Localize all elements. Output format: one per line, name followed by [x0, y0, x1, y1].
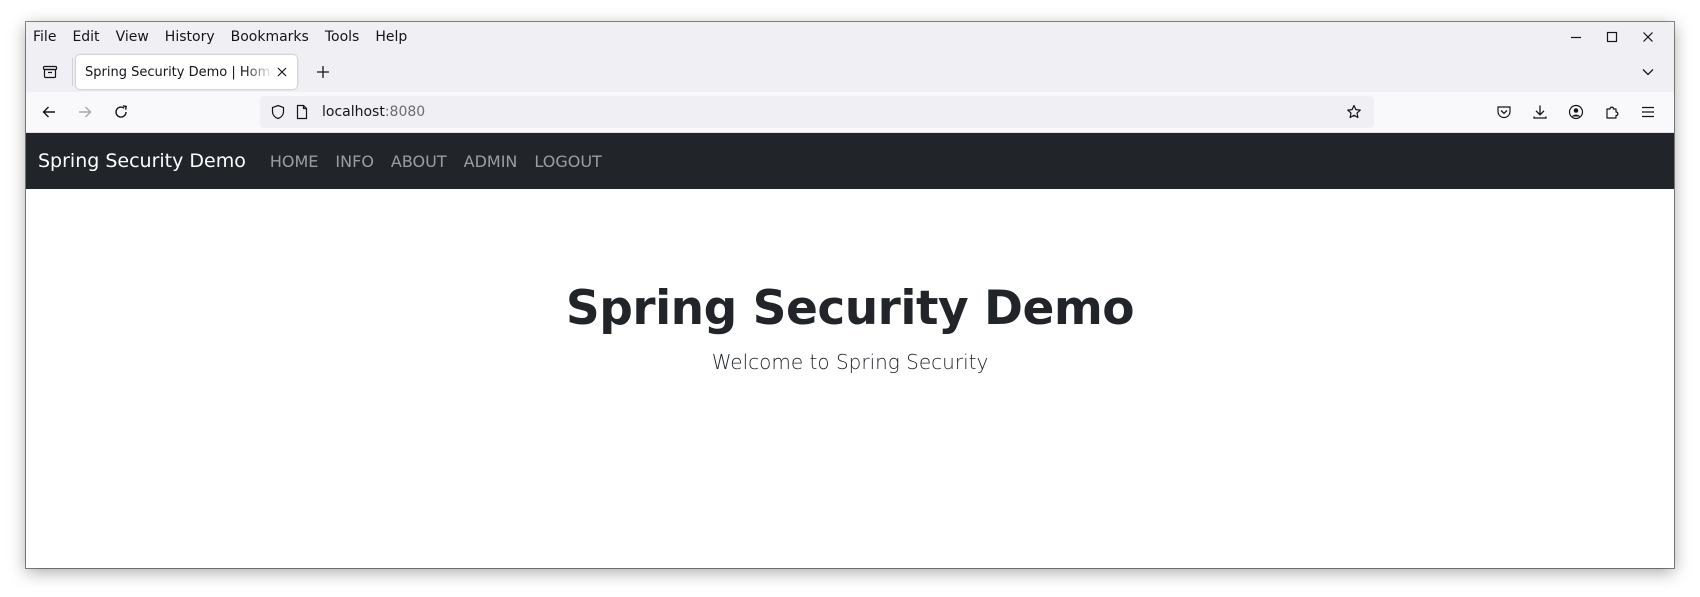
page-content: Spring Security Demo HOME INFO ABOUT ADM…	[26, 133, 1674, 568]
menu-bar: File Edit View History Bookmarks Tools H…	[26, 22, 1674, 52]
back-button[interactable]	[32, 96, 66, 128]
forward-button[interactable]	[68, 96, 102, 128]
close-icon	[1643, 32, 1653, 42]
menu-file[interactable]: File	[32, 29, 57, 45]
tab-separator	[72, 58, 73, 86]
plus-icon	[317, 66, 329, 78]
app-menu-button[interactable]	[1630, 96, 1666, 128]
nav-link-admin[interactable]: ADMIN	[464, 152, 518, 171]
reload-button[interactable]	[104, 96, 138, 128]
hero-title: Spring Security Demo	[565, 281, 1135, 336]
toolbar-right	[1486, 96, 1666, 128]
tab-title: Spring Security Demo | Home	[85, 64, 273, 80]
firefox-view-icon	[42, 65, 58, 79]
browser-window: File Edit View History Bookmarks Tools H…	[26, 22, 1674, 568]
star-icon	[1347, 104, 1361, 119]
puzzle-icon	[1606, 106, 1619, 119]
list-all-tabs-button[interactable]	[1632, 56, 1664, 88]
firefox-view-button[interactable]	[30, 52, 70, 92]
chevron-down-icon	[1642, 69, 1654, 76]
menu-tools[interactable]: Tools	[324, 29, 361, 45]
menu-bookmarks[interactable]: Bookmarks	[230, 29, 310, 45]
tab-active[interactable]: Spring Security Demo | Home	[76, 55, 297, 89]
pocket-icon	[1497, 106, 1511, 119]
url-host: localhost	[322, 104, 385, 120]
nav-link-home[interactable]: HOME	[270, 152, 319, 171]
maximize-icon	[1606, 31, 1618, 43]
download-icon	[1533, 105, 1547, 119]
tab-close-button[interactable]	[273, 63, 291, 81]
page-info-icon[interactable]	[290, 100, 314, 124]
url-bar[interactable]: localhost:8080	[260, 96, 1374, 128]
maximize-button[interactable]	[1594, 22, 1630, 52]
site-brand[interactable]: Spring Security Demo	[38, 150, 246, 172]
nav-link-info[interactable]: INFO	[335, 152, 373, 171]
menu-view[interactable]: View	[115, 29, 150, 45]
url-port: :8080	[384, 104, 426, 120]
arrow-right-icon	[79, 106, 92, 118]
hero-section: Spring Security Demo Welcome to Spring S…	[26, 189, 1674, 374]
account-button[interactable]	[1558, 96, 1594, 128]
site-navbar: Spring Security Demo HOME INFO ABOUT ADM…	[26, 133, 1674, 189]
account-icon	[1568, 104, 1584, 120]
downloads-button[interactable]	[1522, 96, 1558, 128]
tab-strip: Spring Security Demo | Home	[26, 52, 1674, 92]
window-controls	[1558, 22, 1666, 52]
hamburger-menu-icon	[1642, 106, 1654, 118]
arrow-left-icon	[42, 106, 55, 118]
bookmark-star-button[interactable]	[1342, 100, 1366, 124]
minimize-button[interactable]	[1558, 22, 1594, 52]
reload-icon	[115, 105, 128, 118]
hero-subtitle: Welcome to Spring Security	[711, 350, 989, 374]
menu-edit[interactable]: Edit	[71, 29, 100, 45]
close-window-button[interactable]	[1630, 22, 1666, 52]
menu-help[interactable]: Help	[374, 29, 408, 45]
tracking-protection-icon[interactable]	[266, 100, 290, 124]
close-icon	[277, 67, 287, 77]
menu-history[interactable]: History	[164, 29, 216, 45]
nav-toolbar: localhost:8080	[26, 92, 1674, 133]
nav-link-about[interactable]: ABOUT	[391, 152, 447, 171]
url-text[interactable]: localhost:8080	[322, 104, 425, 120]
nav-link-logout[interactable]: LOGOUT	[534, 152, 601, 171]
extensions-button[interactable]	[1594, 96, 1630, 128]
new-tab-button[interactable]	[307, 56, 339, 88]
pocket-button[interactable]	[1486, 96, 1522, 128]
minimize-icon	[1571, 36, 1581, 39]
